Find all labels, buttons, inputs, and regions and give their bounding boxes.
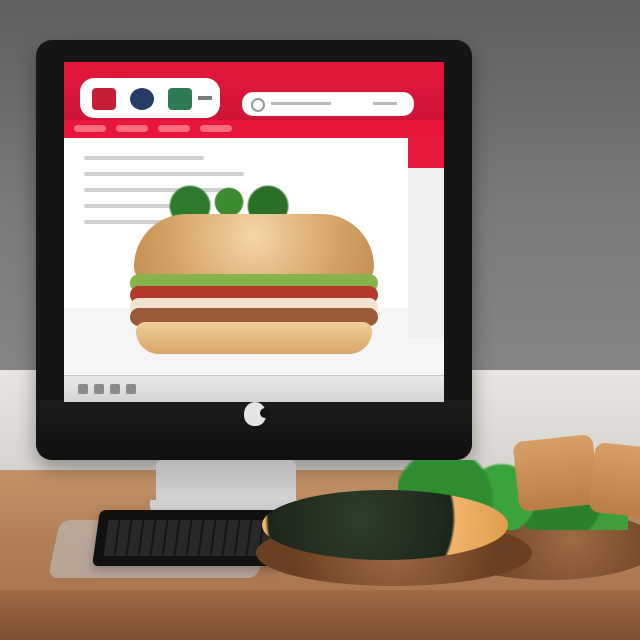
subnav-item[interactable] xyxy=(200,125,232,132)
app-tab-3[interactable] xyxy=(168,88,192,110)
toast-slice xyxy=(588,442,640,520)
content-line xyxy=(84,156,204,160)
scene xyxy=(0,0,640,640)
subnav-bar xyxy=(64,120,444,138)
site-header xyxy=(64,62,444,120)
app-tab-1[interactable] xyxy=(92,88,116,110)
desk-edge xyxy=(0,590,640,640)
search-suffix xyxy=(373,102,397,105)
subnav-item[interactable] xyxy=(74,125,106,132)
taskbar-icon[interactable] xyxy=(94,384,104,394)
taskbar-icon[interactable] xyxy=(126,384,136,394)
burger-bun-bottom xyxy=(136,322,372,354)
keyboard-keys xyxy=(103,520,279,556)
sidebar-panel xyxy=(408,168,444,338)
search-input[interactable] xyxy=(242,92,414,116)
search-icon xyxy=(251,98,265,112)
app-tab-2[interactable] xyxy=(130,88,154,110)
content-line xyxy=(84,172,244,176)
search-text xyxy=(271,102,331,105)
subnav-item[interactable] xyxy=(158,125,190,132)
taskbar-icon[interactable] xyxy=(78,384,88,394)
pesto-flatbread xyxy=(262,490,508,560)
apple-logo-icon xyxy=(244,394,270,426)
sidebar-accent xyxy=(408,138,444,168)
tab-strip-text xyxy=(198,96,212,100)
app-tab-strip[interactable] xyxy=(80,78,220,118)
monitor-screen xyxy=(64,62,444,402)
taskbar xyxy=(64,375,444,402)
burger-photo xyxy=(124,182,378,354)
subnav-item[interactable] xyxy=(116,125,148,132)
toast-slice xyxy=(512,434,600,512)
taskbar-icon[interactable] xyxy=(110,384,120,394)
